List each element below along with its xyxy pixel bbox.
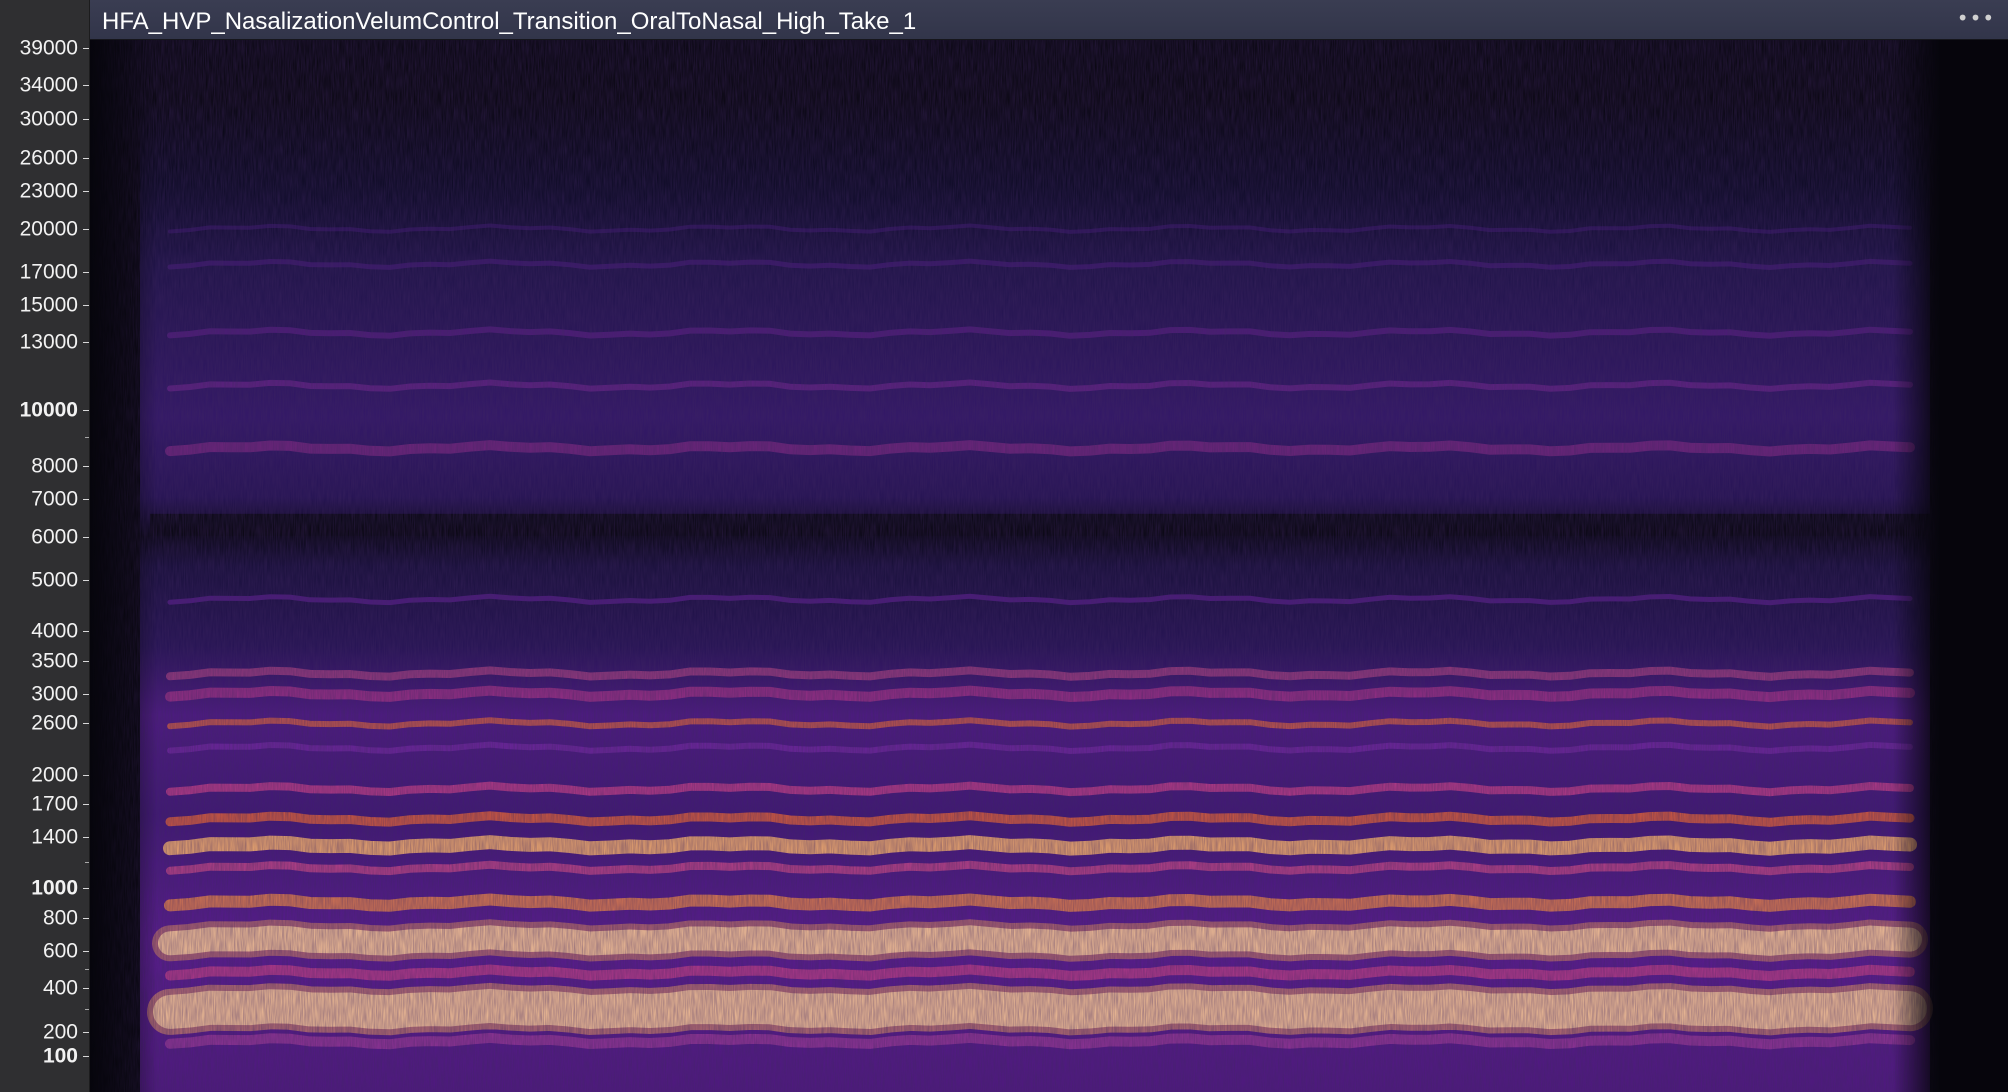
frequency-tick-mark [83,85,89,87]
frequency-tick-label: 800 [42,906,78,930]
frequency-tick-label: 400 [42,976,78,1000]
frequency-tick-mark [83,580,89,582]
frequency-tick-mark [83,119,89,121]
frequency-tick-label: 2000 [31,763,78,787]
frequency-tick-mark [83,466,89,468]
frequency-tick-label: 1400 [31,825,78,849]
frequency-tick-mark [83,693,89,695]
frequency-tick-label: 3500 [31,649,78,673]
track-title-bar[interactable]: HFA_HVP_NasalizationVelumControl_Transit… [90,0,2008,40]
frequency-tick-mark [83,1031,89,1033]
track-title: HFA_HVP_NasalizationVelumControl_Transit… [102,8,917,35]
frequency-tick-label: 2600 [31,711,78,735]
frequency-tick-label: 34000 [19,73,78,97]
frequency-tick-label: 100 [42,1044,78,1068]
frequency-tick-label: 23000 [19,179,78,203]
frequency-tick-label: 600 [42,939,78,963]
frequency-tick-mark [83,837,89,839]
frequency-tick-mark [83,48,89,49]
frequency-tick-mark [83,631,89,633]
frequency-tick-label: 15000 [19,293,78,317]
frequency-tick-mark [83,888,89,890]
frequency-tick-label: 5000 [31,568,78,592]
frequency-tick-label: 17000 [19,260,78,284]
frequency-tick-label: 39000 [19,36,78,60]
spectrogram-view[interactable] [90,40,2008,1092]
frequency-minor-tick [85,436,89,438]
frequency-tick-mark [83,228,89,230]
frequency-tick-label: 1000 [31,876,78,900]
frequency-tick-mark [83,723,89,725]
frequency-tick-mark [83,804,89,806]
spectral-editor-window: 39000 34000 30000 26000 23000 20000 17000 15000… [0,0,2008,1092]
frequency-tick-mark [83,536,89,538]
frequency-tick-label: 10000 [19,398,78,422]
frequency-tick-mark [83,950,89,952]
frequency-tick-label: 6000 [31,525,78,549]
frequency-tick-mark [83,342,89,344]
frequency-minor-tick [85,861,89,863]
frequency-tick-label: 200 [42,1020,78,1044]
frequency-tick-label: 26000 [19,146,78,170]
frequency-tick-label: 4000 [31,619,78,643]
frequency-tick-label: 1700 [31,792,78,816]
more-options-button[interactable]: ••• [1956,4,1996,34]
frequency-tick-mark [83,271,89,273]
frequency-tick-mark [83,1056,89,1057]
frequency-tick-mark [83,305,89,307]
frequency-tick-mark [83,158,89,160]
frequency-tick-mark [83,191,89,193]
frequency-tick-label: 20000 [19,217,78,241]
frequency-tick-label: 13000 [19,330,78,354]
onset-offset-fade [90,40,2008,1092]
frequency-tick-mark [83,410,89,412]
frequency-tick-mark [83,917,89,919]
frequency-tick-mark [83,660,89,662]
frequency-tick-label: 8000 [31,454,78,478]
frequency-axis[interactable]: 39000 34000 30000 26000 23000 20000 17000 15000… [0,0,90,1092]
frequency-tick-label: 30000 [19,107,78,131]
frequency-tick-mark [83,774,89,776]
frequency-minor-tick [85,969,89,970]
frequency-tick-label: 7000 [31,487,78,511]
spectrogram-canvas[interactable] [90,40,2008,1092]
frequency-tick-mark [83,988,89,990]
frequency-tick-mark [83,499,89,501]
frequency-tick-label: 3000 [31,682,78,706]
frequency-minor-tick [85,1009,89,1011]
